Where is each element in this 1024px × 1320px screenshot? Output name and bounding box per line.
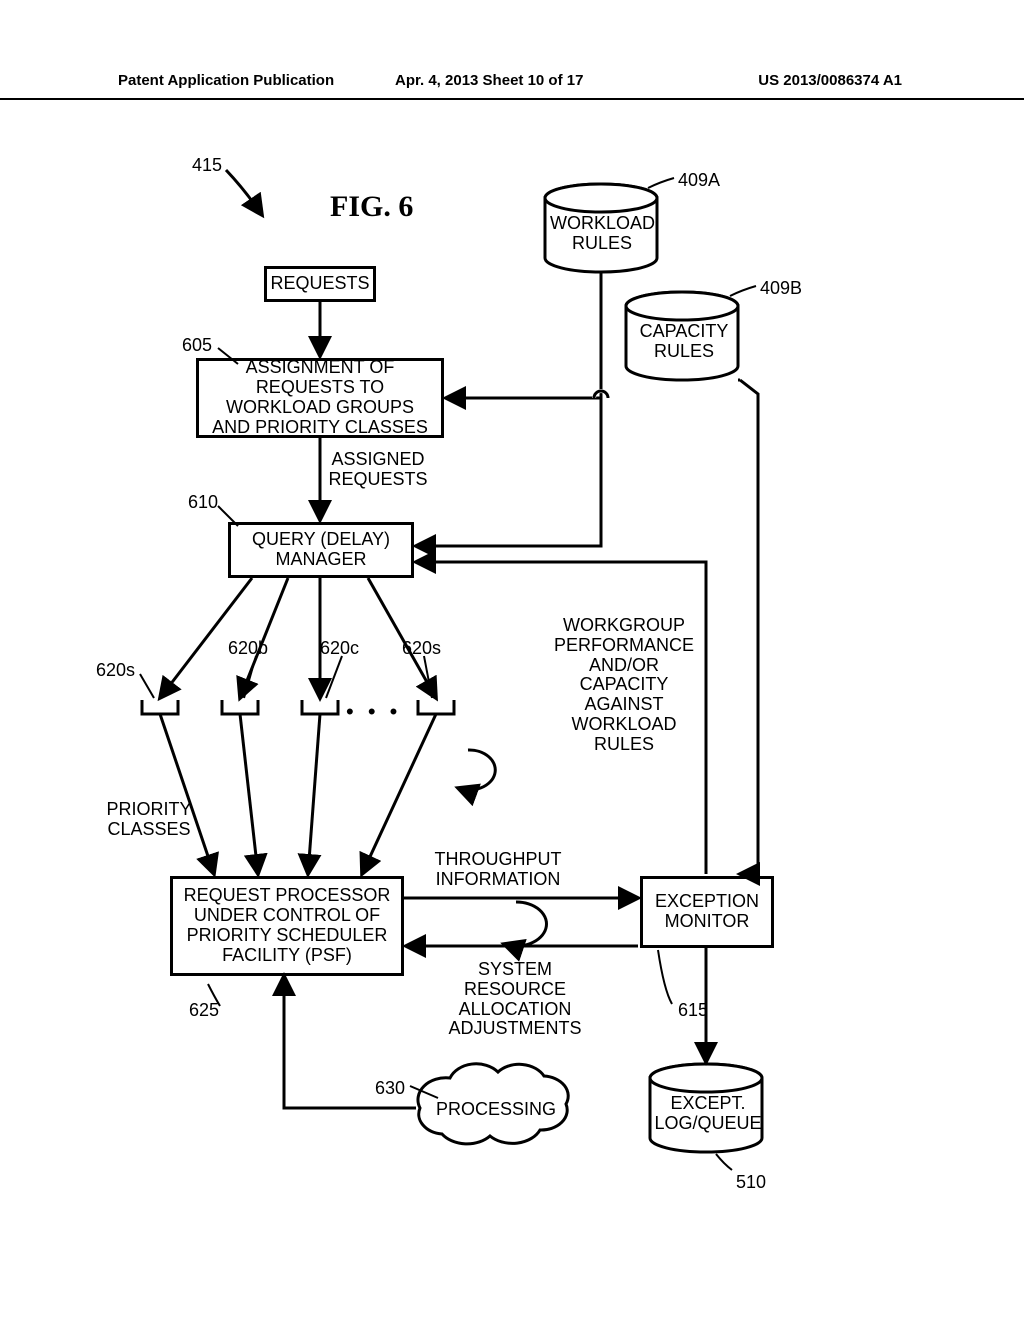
- ref-610: 610: [188, 492, 218, 513]
- box-request-processor: REQUEST PROCESSOR UNDER CONTROL OF PRIOR…: [170, 876, 404, 976]
- ref-415: 415: [192, 155, 222, 176]
- label-processing: PROCESSING: [436, 1100, 556, 1120]
- ref-409b: 409B: [760, 278, 802, 299]
- box-assignment: ASSIGNMENT OF REQUESTS TO WORKLOAD GROUP…: [196, 358, 444, 438]
- ref-510: 510: [736, 1172, 766, 1193]
- header-center: Apr. 4, 2013 Sheet 10 of 17: [395, 72, 583, 89]
- label-throughput: THROUGHPUT INFORMATION: [428, 850, 568, 890]
- ref-625: 625: [189, 1000, 219, 1021]
- header-left: Patent Application Publication: [118, 72, 334, 89]
- label-capacity-rules: CAPACITY RULES: [632, 322, 736, 362]
- ref-615: 615: [678, 1000, 708, 1021]
- box-query-manager: QUERY (DELAY) MANAGER: [228, 522, 414, 578]
- box-exception-monitor: EXCEPTION MONITOR: [640, 876, 774, 948]
- ref-409a: 409A: [678, 170, 720, 191]
- ref-620s-right: 620s: [402, 638, 441, 659]
- label-except-log: EXCEPT. LOG/QUEUE: [654, 1094, 762, 1134]
- page-header: Patent Application Publication Apr. 4, 2…: [0, 72, 1024, 100]
- connectors: [0, 0, 1024, 1320]
- ref-620c: 620c: [320, 638, 359, 659]
- ref-620s-left: 620s: [96, 660, 135, 681]
- ref-620b: 620b: [228, 638, 268, 659]
- box-requests: REQUESTS: [264, 266, 376, 302]
- label-priority-classes: PRIORITY CLASSES: [104, 800, 194, 840]
- ref-605: 605: [182, 335, 212, 356]
- label-workload-rules: WORKLOAD RULES: [550, 214, 654, 254]
- ellipsis: • • •: [346, 700, 401, 724]
- label-assigned-requests: ASSIGNED REQUESTS: [328, 450, 428, 490]
- ref-630: 630: [375, 1078, 405, 1099]
- label-sys-resource: SYSTEM RESOURCE ALLOCATION ADJUSTMENTS: [440, 960, 590, 1039]
- label-workgroup-text: WORKGROUP PERFORMANCE AND/OR CAPACITY AG…: [544, 616, 704, 755]
- header-right: US 2013/0086374 A1: [758, 72, 902, 89]
- figure-title: FIG. 6: [330, 190, 413, 224]
